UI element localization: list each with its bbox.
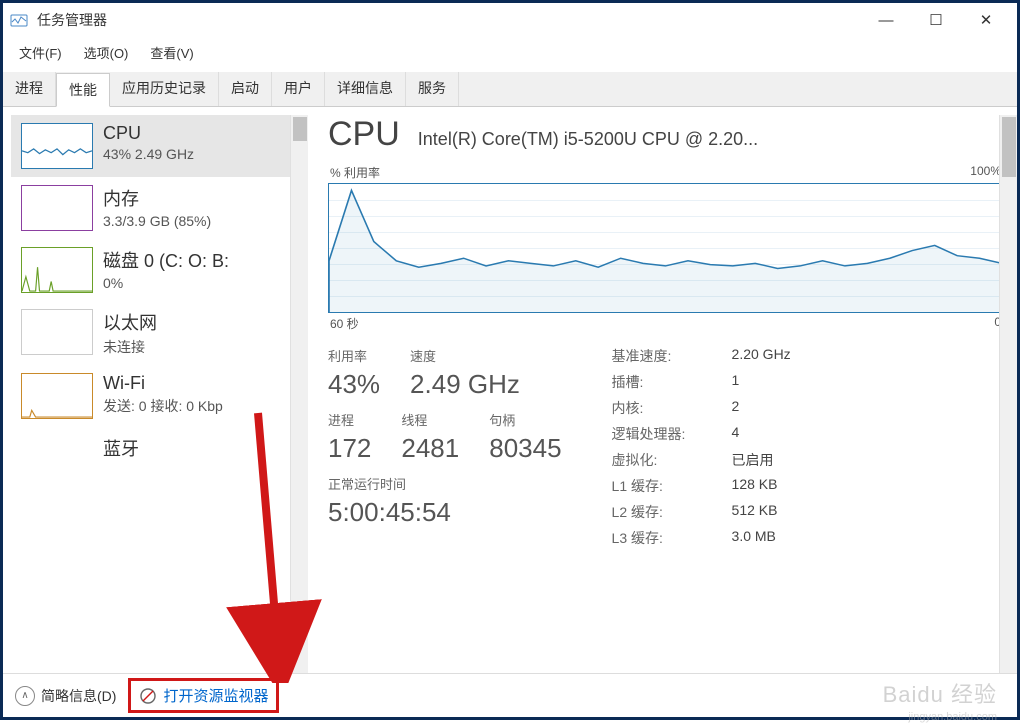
specs-grid: 基准速度: 2.20 GHz 插槽: 1 内核: 2 逻辑处理器: 4 虚拟化:… bbox=[612, 346, 791, 548]
sidebar-item-label: 以太网 bbox=[103, 309, 157, 335]
sidebar-item-value: 未连接 bbox=[103, 337, 157, 357]
tabs: 进程 性能 应用历史记录 启动 用户 详细信息 服务 bbox=[3, 72, 1017, 107]
spec-socket-value: 1 bbox=[732, 372, 791, 392]
chart-bottom-left-label: 60 秒 bbox=[330, 315, 359, 332]
stat-handles-value: 80345 bbox=[489, 433, 561, 464]
menu-options[interactable]: 选项(O) bbox=[80, 41, 133, 64]
memory-thumb-chart bbox=[21, 185, 93, 231]
stat-utilization-label: 利用率 bbox=[328, 346, 380, 365]
spec-logical-value: 4 bbox=[732, 424, 791, 444]
sidebar-item-ethernet[interactable]: 以太网 未连接 bbox=[11, 301, 292, 365]
spec-socket-label: 插槽: bbox=[612, 372, 712, 392]
minimize-button[interactable]: — bbox=[861, 6, 911, 34]
chevron-up-icon: ∧ bbox=[15, 686, 35, 706]
ethernet-thumb-chart bbox=[21, 309, 93, 355]
detail-subtitle: Intel(R) Core(TM) i5-5200U CPU @ 2.20... bbox=[418, 129, 758, 150]
detail-title: CPU bbox=[328, 115, 400, 154]
main-scrollbar[interactable] bbox=[999, 115, 1017, 673]
sidebar-item-label: 蓝牙 bbox=[103, 435, 139, 461]
sidebar: CPU 43% 2.49 GHz 内存 3.3/3.9 GB (85%) bbox=[3, 115, 308, 673]
sidebar-item-value: 3.3/3.9 GB (85%) bbox=[103, 213, 211, 229]
spec-core-value: 2 bbox=[732, 398, 791, 418]
tab-processes[interactable]: 进程 bbox=[3, 72, 56, 106]
tab-startup[interactable]: 启动 bbox=[219, 72, 272, 106]
stat-processes-value: 172 bbox=[328, 433, 371, 464]
sidebar-item-bluetooth[interactable]: 蓝牙 bbox=[11, 427, 292, 489]
sidebar-item-label: CPU bbox=[103, 123, 194, 144]
titlebar: 任务管理器 — ☐ ✕ bbox=[3, 3, 1017, 37]
spec-l3-label: L3 缓存: bbox=[612, 528, 712, 548]
spec-base-label: 基准速度: bbox=[612, 346, 712, 366]
stat-threads-value: 2481 bbox=[401, 433, 459, 464]
tab-users[interactable]: 用户 bbox=[272, 72, 325, 106]
spec-virt-value: 已启用 bbox=[732, 450, 791, 470]
sidebar-item-value: 0% bbox=[103, 275, 229, 291]
open-resource-monitor-link[interactable]: 打开资源监视器 bbox=[128, 678, 279, 713]
stat-uptime-label: 正常运行时间 bbox=[328, 474, 562, 493]
tab-details[interactable]: 详细信息 bbox=[325, 72, 406, 106]
maximize-button[interactable]: ☐ bbox=[911, 6, 961, 34]
sidebar-item-value: 发送: 0 接收: 0 Kbp bbox=[103, 396, 223, 416]
sidebar-item-memory[interactable]: 内存 3.3/3.9 GB (85%) bbox=[11, 177, 292, 239]
footer: ∧ 简略信息(D) 打开资源监视器 bbox=[3, 673, 1017, 717]
cpu-utilization-chart bbox=[328, 183, 1003, 313]
cpu-thumb-chart bbox=[21, 123, 93, 169]
sidebar-item-disk[interactable]: 磁盘 0 (C: O: B: 0% bbox=[11, 239, 292, 301]
task-manager-icon bbox=[9, 10, 29, 30]
stat-processes-label: 进程 bbox=[328, 410, 371, 429]
spec-l2-value: 512 KB bbox=[732, 502, 791, 522]
spec-l1-label: L1 缓存: bbox=[612, 476, 712, 496]
stat-handles-label: 句柄 bbox=[489, 410, 561, 429]
wifi-thumb-chart bbox=[21, 373, 93, 419]
tab-services[interactable]: 服务 bbox=[406, 72, 459, 106]
menu-view[interactable]: 查看(V) bbox=[146, 41, 197, 64]
task-manager-window: 任务管理器 — ☐ ✕ 文件(F) 选项(O) 查看(V) 进程 性能 应用历史… bbox=[0, 0, 1020, 720]
spec-l3-value: 3.0 MB bbox=[732, 528, 791, 548]
tab-app-history[interactable]: 应用历史记录 bbox=[110, 72, 219, 106]
spec-virt-label: 虚拟化: bbox=[612, 450, 712, 470]
stat-utilization-value: 43% bbox=[328, 369, 380, 400]
sidebar-item-label: 内存 bbox=[103, 185, 211, 211]
window-controls: — ☐ ✕ bbox=[861, 6, 1011, 34]
stat-uptime-value: 5:00:45:54 bbox=[328, 497, 562, 528]
stat-speed-value: 2.49 GHz bbox=[410, 369, 520, 400]
watermark: Baidu 经验 bbox=[883, 677, 997, 709]
resource-monitor-icon bbox=[139, 687, 157, 705]
spec-l2-label: L2 缓存: bbox=[612, 502, 712, 522]
stats-area: 利用率 43% 速度 2.49 GHz 进程 172 bbox=[328, 346, 1003, 548]
watermark-sub: jingyan.baidu.com bbox=[908, 711, 997, 723]
spec-l1-value: 128 KB bbox=[732, 476, 791, 496]
sidebar-item-label: Wi-Fi bbox=[103, 373, 223, 394]
chart-top-left-label: % 利用率 bbox=[330, 164, 380, 181]
main-panel: CPU Intel(R) Core(TM) i5-5200U CPU @ 2.2… bbox=[308, 115, 1017, 673]
disk-thumb-chart bbox=[21, 247, 93, 293]
content-area: CPU 43% 2.49 GHz 内存 3.3/3.9 GB (85%) bbox=[3, 107, 1017, 673]
sidebar-scrollbar[interactable] bbox=[290, 115, 308, 673]
spec-logical-label: 逻辑处理器: bbox=[612, 424, 712, 444]
chart-top-right-label: 100% bbox=[970, 164, 1001, 181]
spec-core-label: 内核: bbox=[612, 398, 712, 418]
menubar: 文件(F) 选项(O) 查看(V) bbox=[3, 37, 1017, 72]
tab-performance[interactable]: 性能 bbox=[56, 73, 110, 107]
sidebar-item-cpu[interactable]: CPU 43% 2.49 GHz bbox=[11, 115, 292, 177]
sidebar-item-label: 磁盘 0 (C: O: B: bbox=[103, 247, 229, 273]
stat-threads-label: 线程 bbox=[401, 410, 459, 429]
close-button[interactable]: ✕ bbox=[961, 6, 1011, 34]
stat-speed-label: 速度 bbox=[410, 346, 520, 365]
window-title: 任务管理器 bbox=[37, 10, 107, 30]
fewer-details-button[interactable]: ∧ 简略信息(D) bbox=[15, 686, 116, 706]
menu-file[interactable]: 文件(F) bbox=[15, 41, 66, 64]
spec-base-value: 2.20 GHz bbox=[732, 346, 791, 366]
sidebar-item-value: 43% 2.49 GHz bbox=[103, 146, 194, 162]
sidebar-item-wifi[interactable]: Wi-Fi 发送: 0 接收: 0 Kbp bbox=[11, 365, 292, 427]
